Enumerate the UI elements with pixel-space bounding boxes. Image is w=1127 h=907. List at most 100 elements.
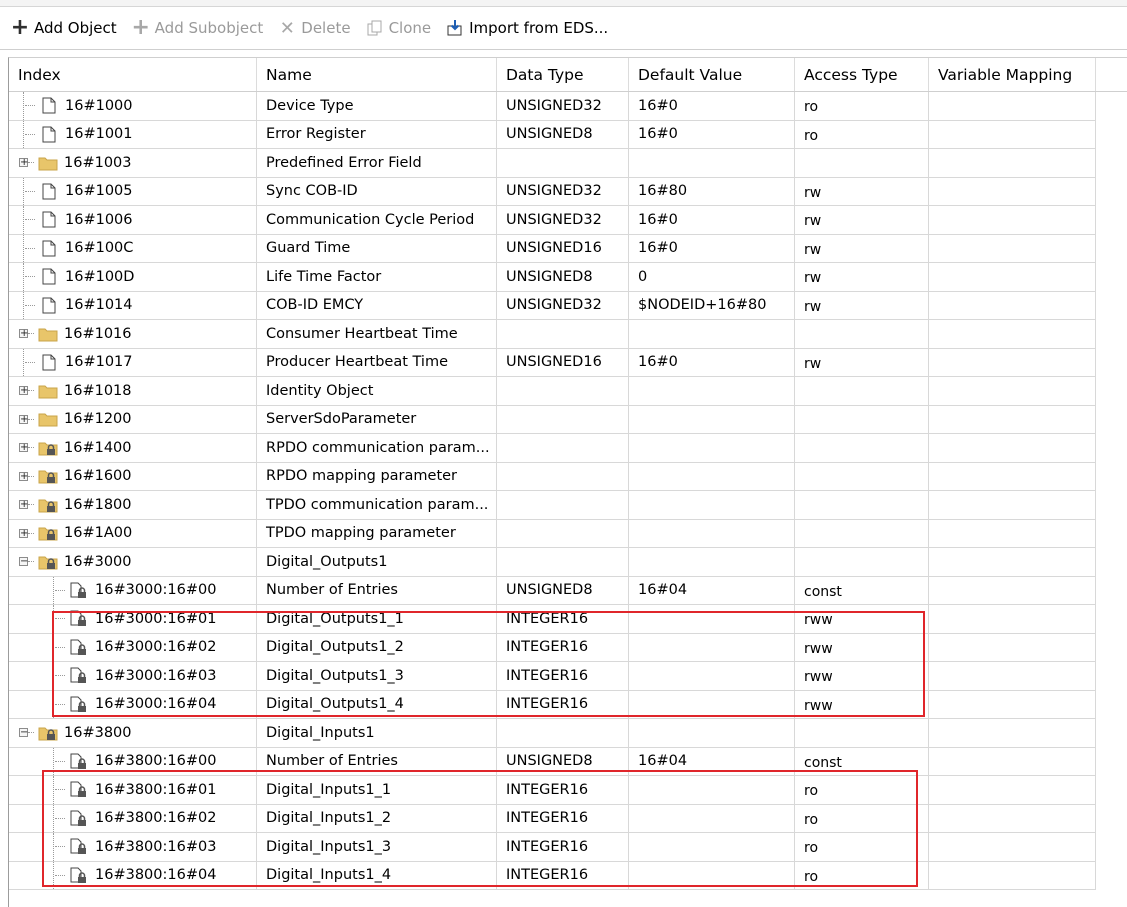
table-row[interactable]: 16#3000:16#02 Digital_Outputs1_2 INTEGER16… xyxy=(9,633,1096,662)
cell-default-value[interactable] xyxy=(629,491,795,520)
cell-name[interactable]: Digital_Inputs1_2 xyxy=(257,804,497,833)
cell-variable-mapping[interactable] xyxy=(929,548,1096,577)
header-index[interactable]: Index xyxy=(9,58,257,91)
cell-name[interactable]: Predefined Error Field xyxy=(257,149,497,178)
cell-access-type[interactable]: ro xyxy=(795,92,929,121)
cell-name[interactable]: ServerSdoParameter xyxy=(257,405,497,434)
cell-variable-mapping[interactable] xyxy=(929,662,1096,691)
table-row[interactable]: +16#1400 RPDO communication param... xyxy=(9,434,1096,463)
cell-default-value[interactable] xyxy=(629,662,795,691)
expand-icon[interactable]: + xyxy=(19,528,28,538)
cell-variable-mapping[interactable] xyxy=(929,576,1096,605)
cell-default-value[interactable] xyxy=(629,833,795,862)
expand-icon[interactable]: + xyxy=(19,414,28,424)
cell-default-value[interactable] xyxy=(629,861,795,890)
cell-data-type[interactable]: INTEGER16 xyxy=(497,804,629,833)
add-object-button[interactable]: + Add Object xyxy=(6,13,121,43)
cell-default-value[interactable]: 16#0 xyxy=(629,348,795,377)
collapse-icon[interactable]: − xyxy=(19,557,28,567)
cell-default-value[interactable] xyxy=(629,633,795,662)
cell-default-value[interactable]: 16#04 xyxy=(629,747,795,776)
cell-name[interactable]: Digital_Outputs1_4 xyxy=(257,690,497,719)
cell-default-value[interactable] xyxy=(629,605,795,634)
cell-name[interactable]: Digital_Inputs1_1 xyxy=(257,776,497,805)
cell-data-type[interactable]: INTEGER16 xyxy=(497,861,629,890)
cell-variable-mapping[interactable] xyxy=(929,263,1096,292)
cell-variable-mapping[interactable] xyxy=(929,234,1096,263)
cell-data-type[interactable]: UNSIGNED32 xyxy=(497,291,629,320)
table-row[interactable]: +16#1A00 TPDO mapping parameter xyxy=(9,519,1096,548)
cell-name[interactable]: TPDO mapping parameter xyxy=(257,519,497,548)
cell-default-value[interactable] xyxy=(629,377,795,406)
cell-data-type[interactable]: UNSIGNED32 xyxy=(497,92,629,121)
cell-data-type[interactable]: UNSIGNED16 xyxy=(497,348,629,377)
cell-variable-mapping[interactable] xyxy=(929,833,1096,862)
cell-name[interactable]: Life Time Factor xyxy=(257,263,497,292)
cell-variable-mapping[interactable] xyxy=(929,377,1096,406)
cell-access-type[interactable] xyxy=(795,548,929,577)
cell-variable-mapping[interactable] xyxy=(929,633,1096,662)
collapse-icon[interactable]: − xyxy=(19,728,28,738)
expand-icon[interactable]: + xyxy=(19,329,28,339)
cell-variable-mapping[interactable] xyxy=(929,804,1096,833)
cell-access-type[interactable]: ro xyxy=(795,776,929,805)
cell-access-type[interactable]: const xyxy=(795,576,929,605)
cell-access-type[interactable]: rww xyxy=(795,605,929,634)
cell-default-value[interactable] xyxy=(629,719,795,748)
cell-variable-mapping[interactable] xyxy=(929,120,1096,149)
cell-name[interactable]: Digital_Outputs1 xyxy=(257,548,497,577)
cell-variable-mapping[interactable] xyxy=(929,747,1096,776)
cell-default-value[interactable] xyxy=(629,519,795,548)
cell-default-value[interactable]: 16#0 xyxy=(629,206,795,235)
expand-icon[interactable]: + xyxy=(19,386,28,396)
cell-default-value[interactable] xyxy=(629,320,795,349)
cell-name[interactable]: Digital_Inputs1_3 xyxy=(257,833,497,862)
cell-data-type[interactable] xyxy=(497,149,629,178)
clone-button[interactable]: Clone xyxy=(361,13,436,43)
cell-data-type[interactable] xyxy=(497,320,629,349)
cell-access-type[interactable]: ro xyxy=(795,861,929,890)
cell-default-value[interactable] xyxy=(629,804,795,833)
delete-button[interactable]: ✕ Delete xyxy=(273,13,354,43)
cell-data-type[interactable]: INTEGER16 xyxy=(497,662,629,691)
header-name[interactable]: Name xyxy=(257,58,497,91)
cell-default-value[interactable]: 16#04 xyxy=(629,576,795,605)
cell-access-type[interactable]: rww xyxy=(795,662,929,691)
cell-name[interactable]: Device Type xyxy=(257,92,497,121)
table-row[interactable]: +16#1200 ServerSdoParameter xyxy=(9,405,1096,434)
cell-variable-mapping[interactable] xyxy=(929,92,1096,121)
import-eds-button[interactable]: Import from EDS... xyxy=(441,13,612,43)
cell-name[interactable]: Digital_Outputs1_2 xyxy=(257,633,497,662)
cell-default-value[interactable] xyxy=(629,690,795,719)
cell-name[interactable]: Digital_Outputs1_1 xyxy=(257,605,497,634)
cell-variable-mapping[interactable] xyxy=(929,405,1096,434)
cell-variable-mapping[interactable] xyxy=(929,519,1096,548)
cell-name[interactable]: RPDO mapping parameter xyxy=(257,462,497,491)
cell-name[interactable]: Sync COB-ID xyxy=(257,177,497,206)
header-access-type[interactable]: Access Type xyxy=(795,58,929,91)
table-row[interactable]: − 16#3000 Digital_Outputs1 xyxy=(9,548,1096,577)
cell-default-value[interactable] xyxy=(629,548,795,577)
expand-icon[interactable]: + xyxy=(19,443,28,453)
table-row[interactable]: +16#1018 Identity Object xyxy=(9,377,1096,406)
cell-access-type[interactable]: ro xyxy=(795,804,929,833)
cell-data-type[interactable] xyxy=(497,719,629,748)
cell-name[interactable]: RPDO communication param... xyxy=(257,434,497,463)
add-subobject-button[interactable]: + Add Subobject xyxy=(127,13,268,43)
table-row[interactable]: 16#1001 Error Register UNSIGNED8 16#0 ro xyxy=(9,120,1096,149)
cell-data-type[interactable]: UNSIGNED8 xyxy=(497,263,629,292)
expand-icon[interactable]: + xyxy=(19,500,28,510)
cell-access-type[interactable] xyxy=(795,519,929,548)
cell-name[interactable]: Digital_Outputs1_3 xyxy=(257,662,497,691)
cell-variable-mapping[interactable] xyxy=(929,320,1096,349)
cell-data-type[interactable]: INTEGER16 xyxy=(497,633,629,662)
cell-default-value[interactable] xyxy=(629,149,795,178)
cell-default-value[interactable] xyxy=(629,434,795,463)
cell-variable-mapping[interactable] xyxy=(929,462,1096,491)
cell-access-type[interactable] xyxy=(795,491,929,520)
cell-default-value[interactable]: 0 xyxy=(629,263,795,292)
cell-name[interactable]: Error Register xyxy=(257,120,497,149)
table-row[interactable]: 16#3800:16#00 Number of Entries UNSIGNED8 1… xyxy=(9,747,1096,776)
cell-name[interactable]: Digital_Inputs1_4 xyxy=(257,861,497,890)
cell-name[interactable]: Producer Heartbeat Time xyxy=(257,348,497,377)
